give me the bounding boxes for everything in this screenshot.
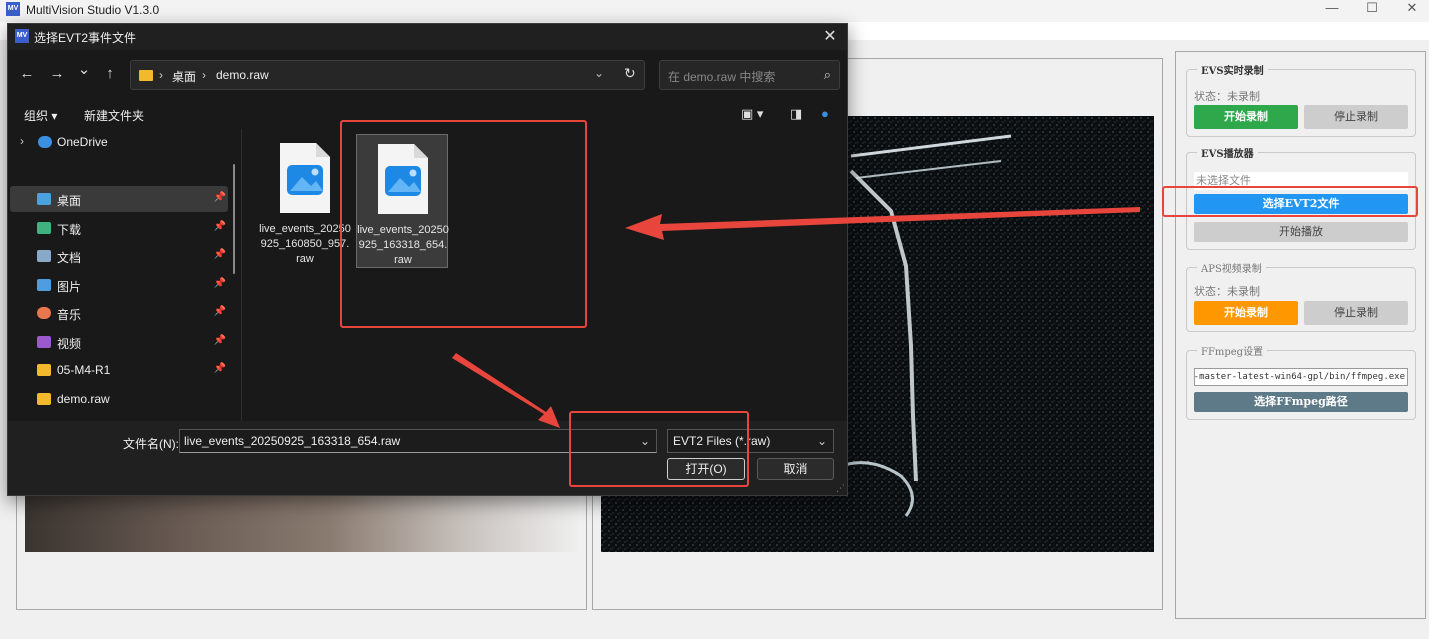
app-titlebar: MV MultiVision Studio V1.3.0 — ☐ ✕ <box>0 0 1429 22</box>
breadcrumb-separator: › <box>159 68 163 82</box>
evs-start-record-button[interactable]: 开始录制 <box>1194 105 1298 129</box>
music-icon <box>37 307 51 319</box>
address-bar[interactable]: › 桌面 › demo.raw ⌄ ↻ <box>130 60 645 90</box>
maximize-button[interactable]: ☐ <box>1352 0 1392 16</box>
start-playback-button[interactable]: 开始播放 <box>1194 222 1408 242</box>
video-icon <box>37 336 51 348</box>
search-box[interactable]: 在 demo.raw 中搜索 ⌕ <box>659 60 840 90</box>
minimize-button[interactable]: — <box>1312 0 1352 16</box>
pin-icon: 📌 <box>213 363 226 374</box>
annotation-box-select-file-button <box>1162 186 1418 217</box>
expand-chevron-icon[interactable]: › <box>20 134 24 148</box>
sidebar-label: 文档 <box>57 251 82 265</box>
ffmpeg-title: FFmpeg设置 <box>1197 343 1268 358</box>
sidebar-label: 桌面 <box>57 194 82 208</box>
filename-value: live_events_20250925_163318_654.raw <box>184 434 401 448</box>
app-title: MultiVision Studio V1.3.0 <box>26 3 160 17</box>
pictures-icon <box>37 279 51 291</box>
aps-record-status: 状态：未录制 <box>1194 286 1260 298</box>
sidebar-item-desktop[interactable]: 桌面 📌 <box>10 186 228 212</box>
evs-stop-record-button[interactable]: 停止录制 <box>1304 105 1408 129</box>
sidebar-item-music[interactable]: 音乐 📌 <box>10 300 228 326</box>
ffmpeg-path-field[interactable]: ffmpeg-master-latest-win64-gpl/bin/ffmpe… <box>1194 368 1408 386</box>
ffmpeg-group: FFmpeg设置 ffmpeg-master-latest-win64-gpl/… <box>1186 343 1416 420</box>
breadcrumb-desktop[interactable]: 桌面 <box>172 68 196 85</box>
breadcrumb-separator: › <box>202 68 206 82</box>
sidebar-label: 下载 <box>57 223 82 237</box>
sidebar-item-demo-raw[interactable]: demo.raw <box>10 386 228 412</box>
evs-record-group: EVS实时录制 状态：未录制 开始录制 停止录制 <box>1186 62 1416 137</box>
search-placeholder: 在 demo.raw 中搜索 <box>668 70 776 84</box>
aps-record-group: APS视频录制 状态：未录制 开始录制 停止录制 <box>1186 260 1416 332</box>
aps-stop-record-button[interactable]: 停止录制 <box>1304 301 1408 325</box>
sidebar-label: 视频 <box>57 337 82 351</box>
folder-icon <box>37 364 51 376</box>
pane-divider[interactable] <box>241 129 242 421</box>
file-type-chevron-icon[interactable]: ⌄ <box>817 430 827 452</box>
sidebar-item-05-m4-r1[interactable]: 05-M4-R1 📌 <box>10 357 228 383</box>
refresh-icon[interactable]: ↻ <box>624 65 636 82</box>
pin-icon: 📌 <box>213 306 226 317</box>
sidebar-item-onedrive[interactable]: › OneDrive <box>10 129 228 155</box>
view-options-icon[interactable]: ▣ ▾ <box>741 106 763 122</box>
address-history-chevron-icon[interactable]: ⌄ <box>594 66 604 80</box>
folder-icon <box>37 393 51 405</box>
sidebar-item-pictures[interactable]: 图片 📌 <box>10 272 228 298</box>
pin-icon: 📌 <box>213 192 226 203</box>
image-file-icon <box>280 143 330 213</box>
up-arrow-icon[interactable]: ↑ <box>100 64 120 84</box>
resize-grip-icon[interactable]: ⋰ <box>836 483 845 494</box>
sidebar-label: 05-M4-R1 <box>57 363 111 377</box>
cancel-button[interactable]: 取消 <box>757 458 834 480</box>
download-icon <box>37 222 51 234</box>
sidebar-item-downloads[interactable]: 下载 📌 <box>10 215 228 241</box>
sidebar-label: 音乐 <box>57 308 82 322</box>
sidebar-label: demo.raw <box>57 392 110 406</box>
sidebar-label: 图片 <box>57 280 82 294</box>
dialog-app-icon: MV <box>15 29 29 43</box>
close-button[interactable]: ✕ <box>1392 0 1429 16</box>
back-arrow-icon[interactable]: ← <box>17 64 37 84</box>
dialog-title: 选择EVT2事件文件 <box>34 31 137 45</box>
evs-record-status: 状态：未录制 <box>1194 91 1260 103</box>
sidebar-label: OneDrive <box>57 135 108 149</box>
app-logo-icon: MV <box>6 2 20 16</box>
desktop-icon <box>37 193 51 205</box>
aps-start-record-button[interactable]: 开始录制 <box>1194 301 1298 325</box>
dialog-close-icon[interactable]: ✕ <box>819 26 841 48</box>
cloud-icon <box>38 136 52 148</box>
folder-icon <box>139 70 153 81</box>
control-panel: EVS实时录制 状态：未录制 开始录制 停止录制 EVS播放器 未选择文件 选择… <box>1175 51 1426 619</box>
dialog-titlebar: MV 选择EVT2事件文件 ✕ <box>8 24 847 50</box>
search-icon[interactable]: ⌕ <box>824 67 831 83</box>
new-folder-button[interactable]: 新建文件夹 <box>84 107 144 124</box>
pin-icon: 📌 <box>213 249 226 260</box>
sidebar-item-documents[interactable]: 文档 📌 <box>10 243 228 269</box>
select-ffmpeg-path-button[interactable]: 选择FFmpeg路径 <box>1194 392 1408 412</box>
pin-icon: 📌 <box>213 335 226 346</box>
rgb-camera-preview <box>25 495 578 552</box>
file-name: live_events_20250925_160850_957.raw <box>259 223 351 265</box>
evs-record-title: EVS实时录制 <box>1197 62 1268 77</box>
forward-arrow-icon[interactable]: → <box>47 64 67 84</box>
pin-icon: 📌 <box>213 278 226 289</box>
sidebar-scrollbar[interactable] <box>233 164 235 274</box>
breadcrumb-demo-raw[interactable]: demo.raw <box>216 68 269 82</box>
aps-record-title: APS视频录制 <box>1197 260 1266 275</box>
pin-icon: 📌 <box>213 221 226 232</box>
annotation-box-selected-file <box>340 120 587 328</box>
preview-pane-icon[interactable]: ◨ <box>790 106 802 122</box>
evs-player-title: EVS播放器 <box>1197 145 1258 160</box>
organize-menu[interactable]: 组织 ▾ <box>24 107 57 124</box>
recent-locations-chevron-icon[interactable]: ⌄ <box>74 60 94 80</box>
annotation-box-open-button <box>569 411 749 487</box>
document-icon <box>37 250 51 262</box>
file-item[interactable]: live_events_20250925_160850_957.raw <box>259 134 351 268</box>
filename-label: 文件名(N): <box>123 437 179 451</box>
help-icon[interactable]: ● <box>821 106 829 121</box>
sidebar-item-videos[interactable]: 视频 📌 <box>10 329 228 355</box>
